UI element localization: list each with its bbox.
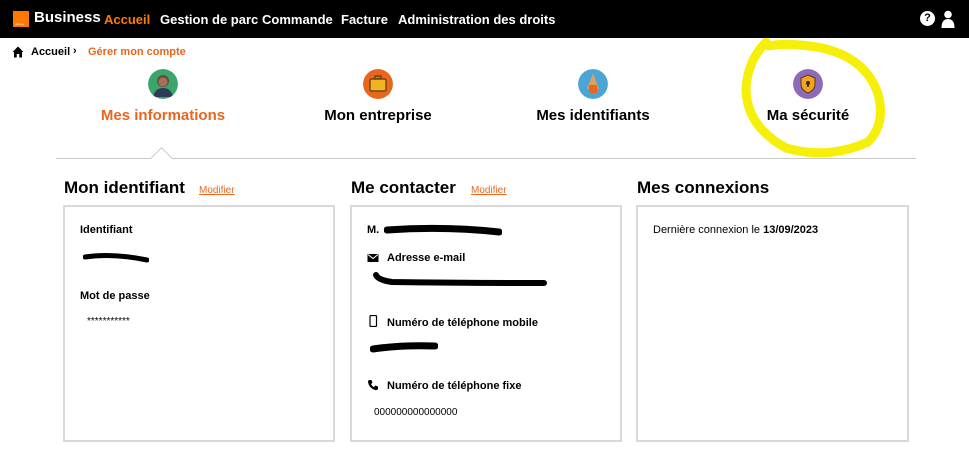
nav-commande[interactable]: Commande xyxy=(262,12,333,27)
redacted-identifiant xyxy=(83,253,149,263)
tab-mes-informations[interactable]: Mes informations xyxy=(48,66,278,128)
civility: M. xyxy=(367,224,380,236)
identifiant-panel: Identifiant Mot de passe *********** xyxy=(63,205,335,442)
tabs-divider xyxy=(56,158,916,159)
logo-text: orange xyxy=(15,22,25,26)
home-icon[interactable] xyxy=(12,46,24,58)
breadcrumb-home[interactable]: Accueil xyxy=(31,46,70,58)
top-navigation-bar: orange Business Accueil Gestion de parc … xyxy=(0,0,969,38)
tab-label: Mes informations xyxy=(100,107,226,124)
landline-value: 000000000000000 xyxy=(374,407,458,418)
user-icon[interactable] xyxy=(941,10,955,28)
identifiant-label: Identifiant xyxy=(80,224,133,236)
breadcrumb-current: Gérer mon compte xyxy=(88,46,186,58)
mobile-phone-icon xyxy=(369,315,378,327)
last-connection-label: Dernière connexion le xyxy=(653,224,761,236)
nav-gestion-de-parc[interactable]: Gestion de parc xyxy=(160,12,258,27)
phone-icon xyxy=(368,380,378,391)
connexions-panel: Dernière connexion le 13/09/2023 xyxy=(636,205,909,442)
redacted-mobile xyxy=(370,342,438,353)
tab-label: Ma sécurité xyxy=(766,107,850,124)
nav-administration-des-droits[interactable]: Administration des droits xyxy=(398,12,555,27)
orange-logo[interactable]: orange xyxy=(13,11,29,27)
identifier-icon xyxy=(578,69,608,99)
email-label: Adresse e-mail xyxy=(387,252,466,264)
shield-lock-icon xyxy=(793,69,823,99)
password-value: *********** xyxy=(87,316,130,327)
tab-label: Mon entreprise xyxy=(324,107,432,124)
modify-contact-link[interactable]: Modifier xyxy=(471,185,507,196)
tab-mes-identifiants[interactable]: Mes identifiants xyxy=(478,66,708,128)
modify-identifiant-link[interactable]: Modifier xyxy=(199,185,235,196)
tab-label: Mes identifiants xyxy=(536,107,650,124)
contact-panel: M. Adresse e-mail Numéro de téléphone mo… xyxy=(350,205,622,442)
redacted-email xyxy=(373,272,547,286)
active-tab-indicator xyxy=(148,145,176,159)
password-label: Mot de passe xyxy=(80,290,150,302)
section-title-mon-identifiant: Mon identifiant xyxy=(64,178,185,197)
section-title-mes-connexions: Mes connexions xyxy=(637,178,770,197)
nav-facture[interactable]: Facture xyxy=(341,12,388,27)
mobile-label: Numéro de téléphone mobile xyxy=(387,317,538,329)
last-connection-text: Dernière connexion le 13/09/2023 xyxy=(653,224,818,236)
tab-ma-securite[interactable]: Ma sécurité xyxy=(693,66,923,128)
tab-mon-entreprise[interactable]: Mon entreprise xyxy=(263,66,493,128)
last-connection-date: 13/09/2023 xyxy=(763,224,819,236)
nav-accueil[interactable]: Accueil xyxy=(104,12,150,27)
person-avatar-icon xyxy=(148,69,178,99)
envelope-icon xyxy=(367,254,379,262)
landline-label: Numéro de téléphone fixe xyxy=(387,380,522,392)
chevron-right-icon: › xyxy=(73,45,77,57)
brand-name[interactable]: Business xyxy=(34,9,101,26)
section-title-me-contacter: Me contacter xyxy=(351,178,456,197)
briefcase-icon xyxy=(363,69,393,99)
question-circle-icon[interactable]: ? xyxy=(920,11,935,26)
redacted-name xyxy=(384,224,502,236)
